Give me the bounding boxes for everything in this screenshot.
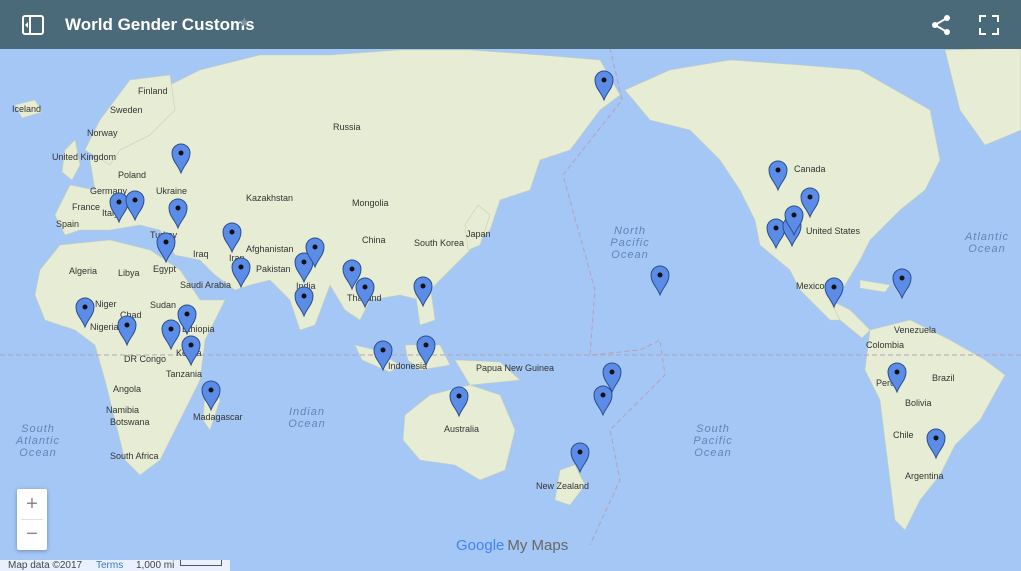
map-footer: Map data ©2017 Terms 1,000 mi: [0, 560, 230, 571]
country-label: Chile: [893, 430, 914, 440]
ocean-label: Pacific: [693, 435, 732, 447]
country-label: Tanzania: [166, 369, 202, 379]
ocean-label: Ocean: [611, 249, 648, 261]
country-label: Sudan: [150, 300, 176, 310]
country-label: Japan: [466, 229, 491, 239]
country-label: Angola: [113, 384, 141, 394]
country-label: Brazil: [932, 373, 955, 383]
country-label: Colombia: [866, 340, 904, 350]
country-label: Nigeria: [90, 322, 119, 332]
country-label: Ukraine: [156, 186, 187, 196]
star-icon[interactable]: ★: [238, 14, 251, 31]
ocean-label: Atlantic: [15, 435, 60, 447]
country-label: Saudi Arabia: [180, 280, 231, 290]
country-label: Poland: [118, 170, 146, 180]
ocean-label: North: [614, 225, 646, 237]
country-label: Iraq: [193, 249, 209, 259]
world-map[interactable]: Iceland Finland Sweden Norway United Kingdom…: [0, 0, 1021, 571]
ocean-label: South: [21, 423, 55, 435]
scale-label: 1,000 mi: [136, 560, 175, 571]
ocean-label: Ocean: [288, 418, 325, 430]
country-label: Papua New Guinea: [476, 363, 554, 373]
country-label: Kazakhstan: [246, 193, 293, 203]
zoom-out-button[interactable]: −: [17, 519, 47, 549]
country-label: Namibia: [106, 405, 139, 415]
country-label: Finland: [138, 86, 168, 96]
country-label: South Korea: [414, 238, 464, 248]
country-label: Norway: [87, 128, 118, 138]
country-label: Bolivia: [905, 398, 932, 408]
country-label: Iceland: [12, 104, 41, 114]
terms-link[interactable]: Terms: [96, 560, 123, 571]
country-label: Mexico: [796, 281, 825, 291]
country-label: United Kingdom: [52, 152, 116, 162]
share-icon[interactable]: [929, 13, 953, 37]
country-label: South Africa: [110, 451, 159, 461]
country-label: France: [72, 202, 100, 212]
country-label: Spain: [56, 219, 79, 229]
scale-bar: [180, 560, 222, 566]
country-label: Pakistan: [256, 264, 291, 274]
map-header: World Gender Customs ★: [0, 0, 1021, 49]
country-label: Venezuela: [894, 325, 936, 335]
map-data-attribution: Map data ©2017: [8, 560, 83, 571]
country-label: Argentina: [905, 471, 944, 481]
country-label: Madagascar: [193, 412, 243, 422]
map-title: World Gender Customs: [65, 15, 255, 34]
country-label: Canada: [794, 164, 826, 174]
country-label: China: [362, 235, 386, 245]
zoom-control: + −: [17, 489, 47, 550]
fullscreen-icon[interactable]: [977, 13, 1001, 37]
country-label: Libya: [118, 268, 140, 278]
google-my-maps-logo: Google My Maps: [456, 537, 568, 554]
google-wordmark: Google: [456, 537, 505, 554]
ocean-label: Pacific: [610, 237, 649, 249]
country-label: Indonesia: [388, 361, 427, 371]
country-label: Russia: [333, 122, 361, 132]
country-label: Sweden: [110, 105, 143, 115]
country-label: Mongolia: [352, 198, 389, 208]
country-label: Niger: [95, 299, 117, 309]
my-maps-wordmark: My Maps: [507, 537, 569, 554]
country-label: Botswana: [110, 417, 150, 427]
country-label: Egypt: [153, 264, 177, 274]
zoom-in-button[interactable]: +: [17, 489, 47, 519]
country-label: DR Congo: [124, 354, 166, 364]
ocean-label: Ocean: [968, 243, 1005, 255]
ocean-label: South: [696, 423, 730, 435]
side-panel-icon[interactable]: [21, 13, 45, 37]
ocean-label: Ocean: [694, 447, 731, 459]
ocean-label: Indian: [289, 406, 325, 418]
country-label: United States: [806, 226, 861, 236]
country-label: New Zealand: [536, 481, 589, 491]
ocean-label: Atlantic: [964, 231, 1009, 243]
ocean-label: Ocean: [19, 447, 56, 459]
country-label: Australia: [444, 424, 479, 434]
zoom-divider: [21, 519, 43, 520]
country-label: Algeria: [69, 266, 97, 276]
country-label: Afghanistan: [246, 244, 294, 254]
